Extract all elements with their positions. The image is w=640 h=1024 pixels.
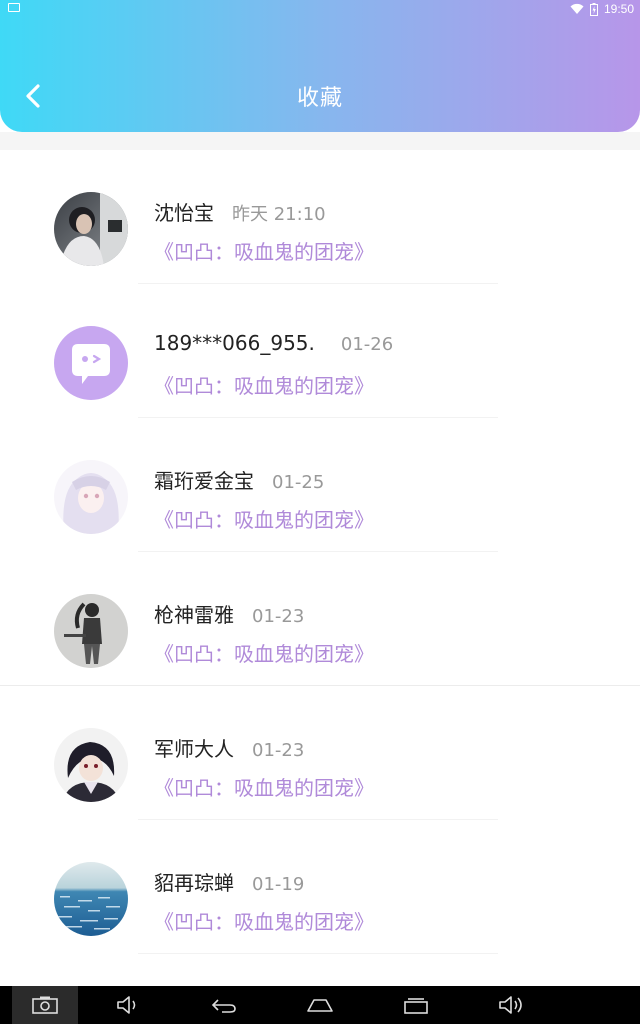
page-title: 收藏 (296, 86, 343, 111)
wifi-icon (570, 3, 584, 15)
volume-down-button[interactable] (110, 986, 146, 1024)
notification-icon (8, 3, 20, 12)
screenshot-icon (32, 996, 58, 1014)
list-item[interactable]: 军师大人 01-23 《凹凸：吸血鬼的团宠》 (0, 686, 640, 820)
avatar[interactable] (54, 594, 128, 668)
recents-icon (404, 998, 428, 1014)
book-title[interactable]: 《凹凸：吸血鬼的团宠》 (154, 370, 374, 399)
screenshot-button[interactable] (12, 986, 78, 1024)
avatar[interactable] (54, 192, 128, 266)
sea-photo-avatar-icon (54, 862, 128, 936)
book-title[interactable]: 《凹凸：吸血鬼的团宠》 (154, 906, 374, 935)
anime-gunner-avatar-icon (54, 594, 128, 668)
chat-bubble-avatar-icon (54, 326, 128, 400)
anime-dark-hair-avatar-icon (54, 728, 128, 802)
item-header: 军师大人 01-23 (154, 733, 304, 762)
item-header: 貂再琮蝉 01-19 (154, 867, 304, 896)
item-header: 霜珩爱金宝 01-25 (154, 465, 324, 494)
photo-avatar-icon (54, 192, 128, 266)
user-name: 貂再琮蝉 (154, 871, 234, 895)
book-title[interactable]: 《凹凸：吸血鬼的团宠》 (154, 638, 374, 667)
list-item[interactable]: 沈怡宝 昨天 21:10 《凹凸：吸血鬼的团宠》 (0, 150, 640, 284)
home-icon (307, 999, 333, 1012)
list-item[interactable]: 枪神雷雅 01-23 《凹凸：吸血鬼的团宠》 (0, 552, 640, 686)
item-time: 01-23 (252, 740, 305, 761)
item-time: 01-23 (252, 606, 305, 627)
header-spacer (0, 132, 640, 150)
nav-home-button[interactable] (300, 986, 340, 1024)
book-title[interactable]: 《凹凸：吸血鬼的团宠》 (154, 504, 374, 533)
user-name: 189***066_955. (154, 331, 315, 355)
item-time: 01-19 (252, 874, 305, 895)
back-icon (211, 999, 236, 1013)
user-name: 沈怡宝 (154, 201, 214, 225)
book-title[interactable]: 《凹凸：吸血鬼的团宠》 (154, 772, 374, 801)
user-name: 枪神雷雅 (154, 603, 234, 627)
user-name: 霜珩爱金宝 (154, 469, 254, 493)
item-time: 01-26 (340, 334, 394, 355)
item-header: 189***066_955. 01-26 (154, 331, 393, 355)
avatar[interactable] (54, 326, 128, 400)
avatar[interactable] (54, 728, 128, 802)
avatar[interactable] (54, 862, 128, 936)
item-time: 昨天 21:10 (232, 204, 326, 225)
item-header: 枪神雷雅 01-23 (154, 599, 304, 628)
anime-white-hair-avatar-icon (54, 460, 128, 534)
divider (138, 953, 498, 954)
avatar[interactable] (54, 460, 128, 534)
header: 19:50 收藏 (0, 0, 640, 132)
volume-up-icon (499, 996, 522, 1014)
system-nav-bar (0, 986, 640, 1024)
battery-icon (589, 2, 598, 16)
status-icons: 19:50 (570, 2, 634, 16)
book-title[interactable]: 《凹凸：吸血鬼的团宠》 (154, 236, 374, 265)
favorites-list: 沈怡宝 昨天 21:10 《凹凸：吸血鬼的团宠》 189***066_955. … (0, 150, 640, 954)
volume-down-icon (117, 996, 136, 1014)
nav-recents-button[interactable] (396, 986, 436, 1024)
nav-back-button[interactable] (204, 986, 244, 1024)
user-name: 军师大人 (154, 737, 234, 761)
list-item[interactable]: 霜珩爱金宝 01-25 《凹凸：吸血鬼的团宠》 (0, 418, 640, 552)
volume-up-button[interactable] (492, 986, 532, 1024)
list-item[interactable]: 貂再琮蝉 01-19 《凹凸：吸血鬼的团宠》 (0, 820, 640, 954)
status-bar: 19:50 (0, 0, 640, 20)
item-header: 沈怡宝 昨天 21:10 (154, 197, 326, 226)
status-time: 19:50 (603, 2, 634, 16)
list-item[interactable]: 189***066_955. 01-26 《凹凸：吸血鬼的团宠》 (0, 284, 640, 418)
item-time: 01-25 (272, 472, 325, 493)
